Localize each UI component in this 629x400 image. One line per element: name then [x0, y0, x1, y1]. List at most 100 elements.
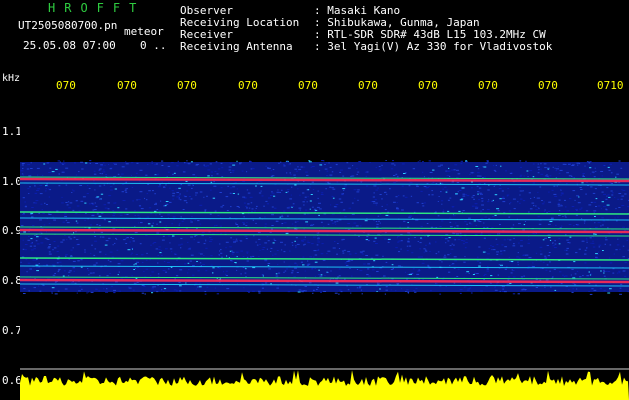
noise-speck [537, 166, 540, 168]
noise-speck [439, 226, 442, 227]
noise-speck [309, 208, 311, 210]
noise-speck [384, 238, 387, 240]
noise-speck [246, 207, 248, 209]
noise-speck [272, 254, 274, 256]
noise-speck [26, 271, 28, 273]
noise-speck [312, 292, 314, 294]
noise-speck [158, 210, 162, 212]
noise-speck [421, 262, 425, 264]
noise-speck [100, 164, 103, 166]
noise-speck [255, 207, 257, 209]
noise-speck [261, 274, 264, 276]
noise-speck [488, 199, 490, 201]
noise-speck [580, 207, 583, 209]
noise-speck [375, 202, 378, 204]
noise-speck [492, 216, 495, 218]
noise-speck [624, 262, 628, 264]
noise-speck [330, 175, 332, 177]
noise-speck [417, 256, 421, 258]
noise-speck [351, 275, 353, 277]
noise-speck [307, 242, 311, 244]
noise-speck [380, 168, 382, 170]
noise-speck [89, 224, 93, 226]
noise-speck [192, 265, 195, 267]
noise-speck [225, 270, 228, 272]
noise-speck [281, 249, 283, 251]
noise-speck [460, 163, 463, 165]
noise-speck [221, 167, 224, 169]
noise-speck [338, 248, 341, 249]
noise-speck [72, 247, 74, 249]
noise-speck [419, 242, 422, 244]
noise-speck [218, 168, 221, 170]
noise-speck [321, 243, 324, 245]
noise-speck [219, 192, 222, 193]
noise-speck [544, 237, 548, 239]
noise-speck [508, 210, 512, 212]
noise-speck [303, 228, 305, 230]
noise-speck [49, 189, 52, 191]
noise-speck [156, 223, 158, 225]
noise-speck [154, 164, 156, 166]
noise-speck [557, 203, 561, 205]
noise-speck [624, 275, 627, 277]
noise-speck [294, 168, 298, 170]
noise-speck [593, 233, 596, 235]
noise-speck [533, 205, 535, 207]
noise-speck [311, 267, 314, 269]
noise-speck [75, 220, 78, 222]
noise-speck [93, 254, 96, 256]
noise-speck [162, 291, 165, 292]
noise-speck [294, 240, 296, 242]
noise-speck [448, 167, 450, 169]
noise-speck [116, 239, 118, 240]
noise-speck [243, 223, 246, 225]
noise-speck [134, 225, 136, 227]
noise-speck [172, 195, 175, 197]
noise-speck [171, 251, 173, 253]
noise-speck [601, 201, 605, 203]
noise-speck [562, 163, 565, 165]
noise-speck [56, 251, 59, 252]
noise-speck [219, 225, 222, 227]
noise-speck [302, 201, 305, 203]
noise-speck [397, 265, 401, 267]
noise-speck [91, 244, 93, 246]
noise-speck [255, 241, 257, 243]
noise-speck [385, 160, 387, 161]
noise-speck [475, 205, 477, 207]
noise-speck [35, 200, 39, 202]
noise-speck [102, 171, 106, 173]
noise-speck [73, 236, 76, 238]
noise-speck [503, 250, 506, 252]
noise-speck [475, 225, 478, 226]
noise-speck [160, 216, 163, 217]
noise-speck [230, 260, 233, 262]
noise-speck [169, 248, 173, 250]
noise-speck [390, 168, 394, 170]
noise-speck [428, 160, 431, 162]
noise-speck [145, 234, 148, 236]
noise-speck [377, 187, 379, 189]
meteor-label: meteor [124, 25, 164, 38]
noise-speck [266, 248, 268, 250]
noise-speck [482, 209, 484, 211]
noise-speck [182, 209, 185, 210]
noise-speck [232, 171, 235, 173]
noise-speck [289, 250, 291, 252]
noise-speck [104, 164, 106, 166]
noise-speck [246, 290, 250, 292]
noise-speck [190, 221, 193, 223]
noise-speck [264, 242, 268, 244]
noise-speck [178, 198, 180, 200]
noise-speck [353, 189, 357, 191]
noise-speck [198, 286, 202, 288]
noise-speck [187, 241, 189, 243]
noise-speck [511, 261, 514, 262]
noise-speck [157, 173, 160, 175]
noise-speck [235, 222, 237, 224]
noise-speck [435, 211, 437, 213]
noise-speck [307, 240, 309, 242]
noise-speck [298, 207, 302, 209]
noise-speck [421, 202, 424, 204]
